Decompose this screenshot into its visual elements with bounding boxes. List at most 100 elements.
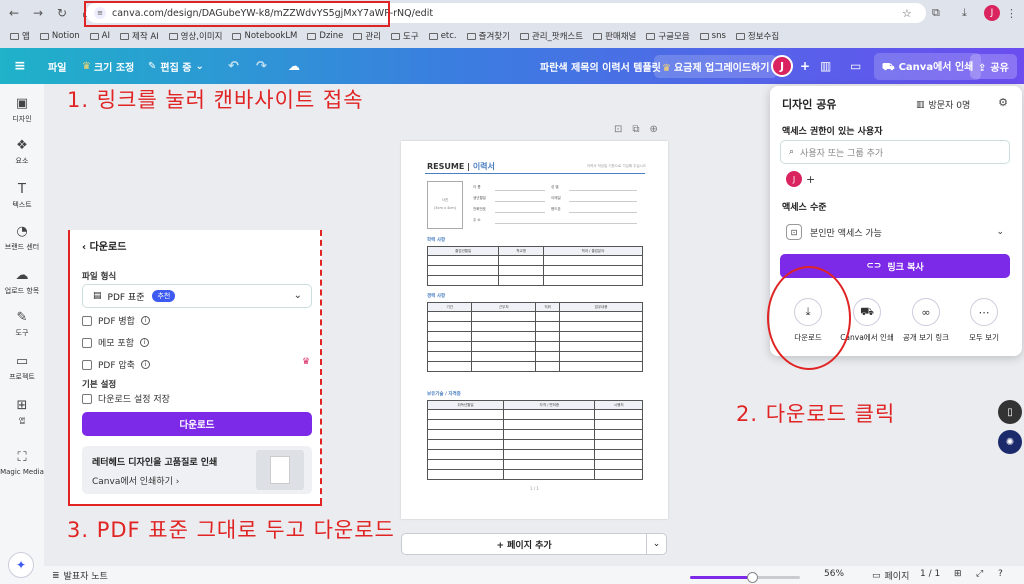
crown-icon: ♛ <box>82 60 91 72</box>
plus-icon[interactable]: + <box>806 173 815 186</box>
avatar[interactable]: J <box>786 171 802 187</box>
grid-view-icon[interactable]: ⊞ <box>954 569 962 579</box>
menu-icon[interactable]: ⋮ <box>1006 4 1017 22</box>
rail-uploads[interactable]: ☁ 업로드 항목 <box>0 268 44 296</box>
reload-icon[interactable]: ↻ <box>52 3 72 23</box>
bookmark-item[interactable]: 앱 <box>10 30 30 42</box>
pdf-merge-option[interactable]: PDF 병합 i <box>82 314 150 327</box>
book-icon[interactable]: ▯ <box>998 400 1022 424</box>
rail-brand[interactable]: ◔ 브랜드 센터 <box>0 224 44 252</box>
bookmark-item[interactable]: 즐겨찾기 <box>466 30 510 42</box>
pages-button[interactable]: ▭ 페이지 <box>872 569 909 583</box>
zoom-value[interactable]: 56% <box>824 569 844 579</box>
save-settings-option[interactable]: 다운로드 설정 저장 <box>82 392 170 405</box>
comment-icon[interactable]: ▭ <box>850 48 861 84</box>
bookmark-item[interactable]: NotebookLM <box>232 31 297 41</box>
file-type-select[interactable]: ▤ PDF 표준 추천 ⌄ <box>82 284 312 308</box>
bar-chart-icon: ▥ <box>916 99 925 110</box>
table-row <box>426 331 643 342</box>
menu-icon[interactable]: ≡ <box>14 48 26 84</box>
add-collaborator-icon[interactable]: + <box>800 48 810 84</box>
rail-design[interactable]: ▣ 디자인 <box>0 96 44 124</box>
upgrade-label: 요금제 업그레이드하기 <box>673 62 770 74</box>
redo-icon[interactable]: ↷ <box>256 48 267 84</box>
table-row <box>426 469 643 480</box>
bookmark-item[interactable]: 도구 <box>391 30 419 42</box>
bookmark-item[interactable]: 정보수집 <box>735 30 779 42</box>
info-icon[interactable]: i <box>140 316 150 325</box>
print-button[interactable]: ⛟ Canva에서 인쇄 <box>874 48 982 84</box>
rail-magic-media[interactable]: ⛶ Magic Media <box>0 450 44 476</box>
checkbox[interactable] <box>82 393 92 404</box>
fullscreen-icon[interactable]: ⤢ <box>976 569 983 579</box>
info-icon[interactable]: i <box>140 360 150 369</box>
rail-elements[interactable]: ❖ 요소 <box>0 138 44 166</box>
lock-icon[interactable]: ⊡ <box>614 124 622 135</box>
chevron-down-icon[interactable]: ⌄ <box>646 534 666 554</box>
insights-icon[interactable]: ▥ <box>820 48 831 84</box>
promo-link[interactable]: Canva에서 인쇄하기 › <box>92 474 179 487</box>
file-menu[interactable]: 파일 <box>48 48 66 84</box>
table-row <box>426 429 643 440</box>
back-icon[interactable]: ← <box>4 3 24 23</box>
checkbox[interactable] <box>82 337 92 348</box>
star-icon[interactable]: ☆ <box>902 4 912 22</box>
letterhead-preview <box>270 456 290 484</box>
share-option-see-all[interactable]: ⋯ 모두 보기 <box>954 298 1014 343</box>
info-icon[interactable]: i <box>139 338 149 347</box>
bookmark-item[interactable]: 구글모음 <box>646 30 690 42</box>
collaborator-avatar-button[interactable]: J <box>771 48 793 84</box>
share-pill: ⇪ 공유 <box>970 53 1017 79</box>
share-option-public-link[interactable]: ∞ 공개 보기 링크 <box>896 298 956 343</box>
resize-button[interactable]: ♛ 크기 조정 <box>82 48 134 84</box>
forward-icon[interactable]: → <box>28 3 48 23</box>
upgrade-button[interactable]: ♛ 요금제 업그레이드하기 <box>654 48 778 84</box>
zoom-slider-thumb[interactable] <box>746 572 758 583</box>
include-notes-option[interactable]: 메모 포함 i <box>82 336 149 349</box>
rail-text[interactable]: T 텍스트 <box>0 182 44 210</box>
rail-apps[interactable]: ⊞ 앱 <box>0 398 44 426</box>
access-level-select[interactable]: ⊡ 본인만 액세스 가능 ⌄ <box>780 219 1010 245</box>
profile-button[interactable]: J <box>984 4 1000 22</box>
bookmark-item[interactable]: AI <box>89 31 110 41</box>
bookmark-item[interactable]: 관리 <box>353 30 381 42</box>
bookmark-item[interactable]: 영상,이미지 <box>168 30 222 42</box>
download-icon[interactable]: ⤓ <box>962 4 967 22</box>
pdf-compress-option[interactable]: PDF 압축 i <box>82 358 150 371</box>
add-people-input[interactable]: ⌕ 사용자 또는 그룹 추가 <box>780 140 1010 164</box>
rail-projects[interactable]: ▭ 프로젝트 <box>0 354 44 382</box>
cloud-saved-icon[interactable]: ☁ <box>288 48 300 84</box>
bookmark-item[interactable]: 판매채널 <box>593 30 636 42</box>
download-back-button[interactable]: ‹ 다운로드 <box>82 238 126 253</box>
zoom-slider[interactable] <box>690 572 800 583</box>
add-page-icon[interactable]: ⊕ <box>650 124 658 135</box>
checkbox[interactable] <box>82 315 92 326</box>
bookmark-item[interactable]: Notion <box>39 31 80 41</box>
extensions-icon[interactable]: ⧉ <box>932 4 940 22</box>
gear-icon[interactable]: ⚙ <box>998 96 1008 109</box>
magic-sparkle-button[interactable]: ✦ <box>8 552 34 578</box>
bookmark-item[interactable]: Dzine <box>307 31 343 41</box>
checkbox[interactable] <box>82 359 92 370</box>
bookmark-item[interactable]: etc. <box>428 31 457 41</box>
rail-tools[interactable]: ✎ 도구 <box>0 310 44 338</box>
undo-icon[interactable]: ↶ <box>228 48 239 84</box>
annotation-step1: 1. 링크를 눌러 캔바사이트 접속 <box>67 88 364 112</box>
bookmark-item[interactable]: sns <box>699 31 726 41</box>
field-line <box>495 212 545 213</box>
visitors-button[interactable]: ▥ 방문자 0명 <box>916 98 970 112</box>
design-page[interactable]: RESUME | 이력서 이력서 작성일 기준으로 기입해 주십시오 사진 (3c… <box>401 141 668 519</box>
design-title[interactable]: 파란색 제목의 이력서 템플릿 <box>540 48 661 84</box>
bookmark-item[interactable]: 관리_팟캐스트 <box>519 30 583 42</box>
download-button[interactable]: 다운로드 <box>82 412 312 436</box>
help-icon[interactable]: ? <box>998 569 1003 579</box>
share-button[interactable]: ⇪ 공유 <box>970 48 1017 84</box>
assistant-icon[interactable]: ✺ <box>998 430 1022 454</box>
presenter-notes-button[interactable]: ≣ 발표자 노트 <box>52 569 108 583</box>
rail-label: 업로드 항목 <box>4 287 40 295</box>
print-promo-card[interactable]: 레터헤드 디자인을 고품질로 인쇄 Canva에서 인쇄하기 › <box>82 446 312 494</box>
bookmark-item[interactable]: 제작 AI <box>120 30 159 42</box>
duplicate-icon[interactable]: ⧉ <box>632 124 639 135</box>
add-page-button[interactable]: + 페이지 추가 ⌄ <box>401 533 667 555</box>
editing-mode-button[interactable]: ✎ 편집 중 ⌄ <box>148 48 204 84</box>
